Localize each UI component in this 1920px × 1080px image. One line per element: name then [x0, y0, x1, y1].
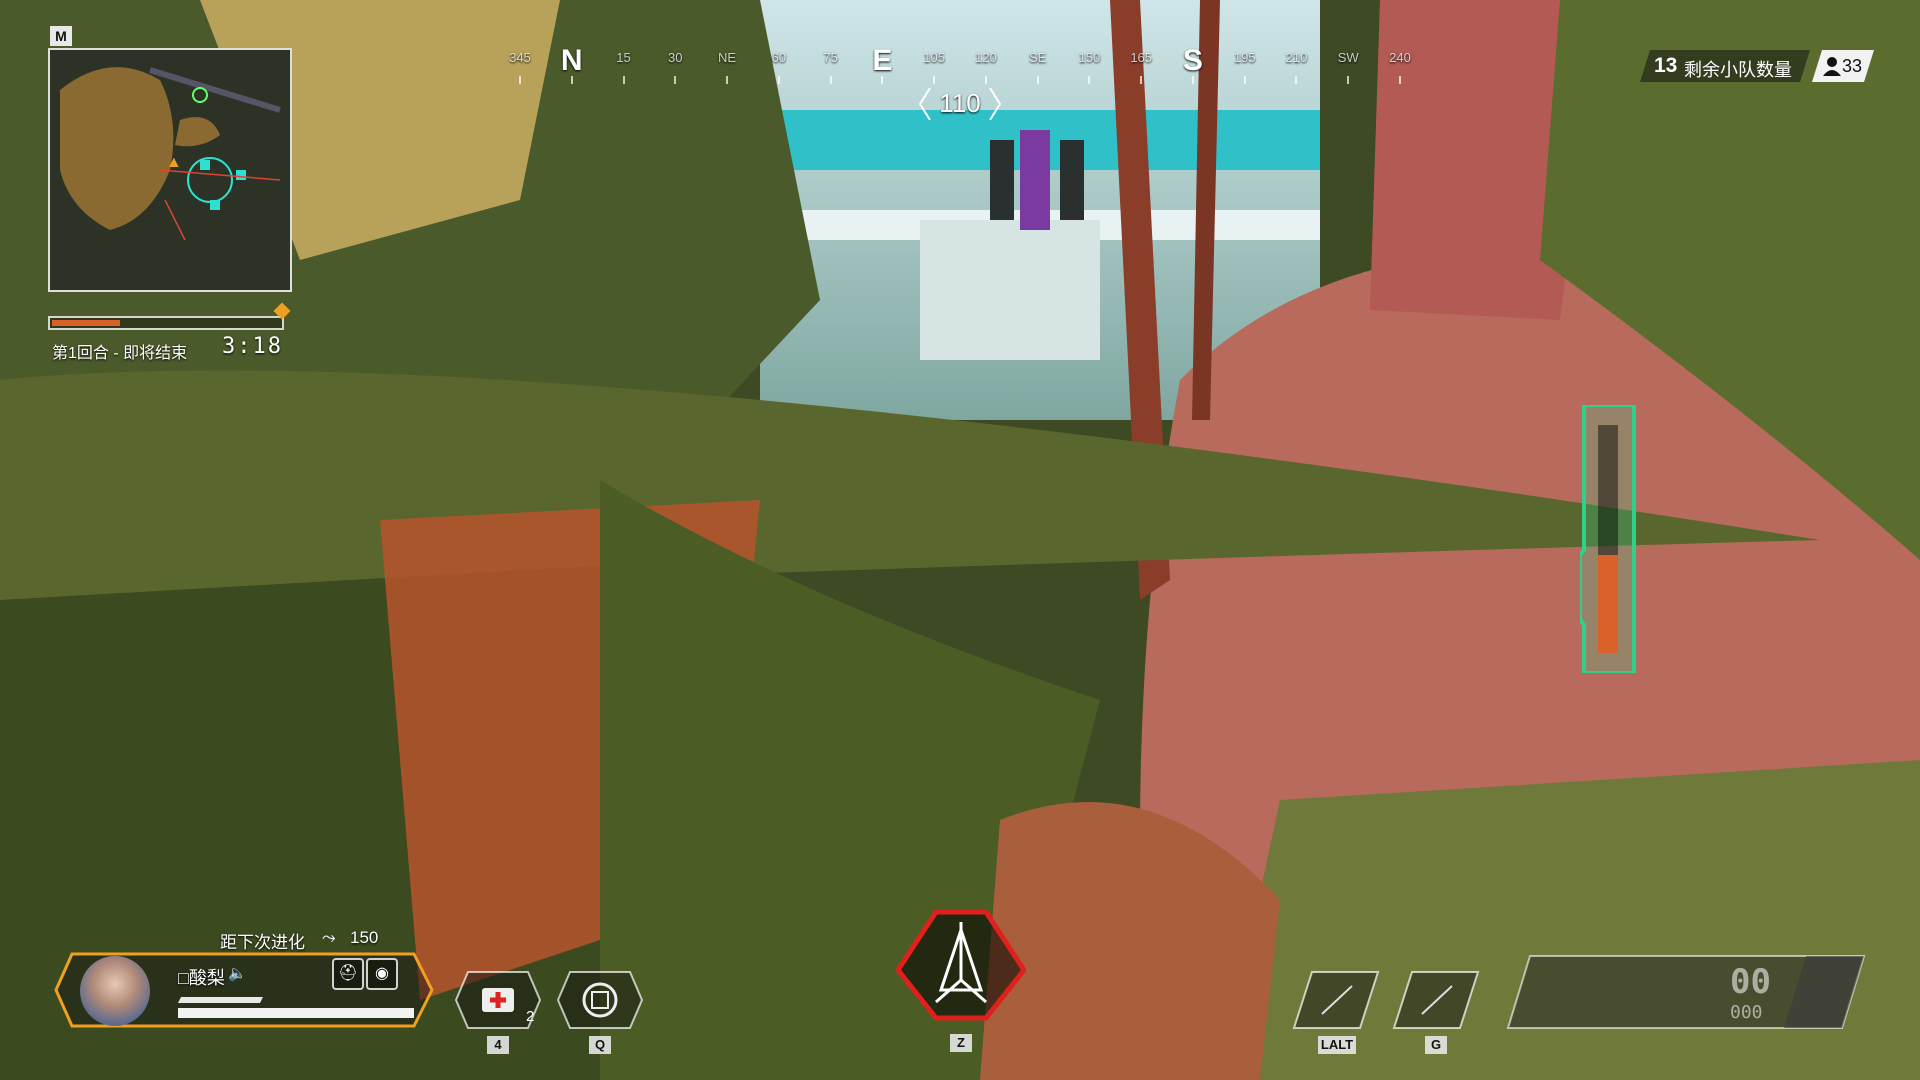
- compass-tick: 15: [616, 50, 631, 65]
- compass-tick: NE: [718, 50, 737, 65]
- ammo-reserve: 000: [1730, 1002, 1763, 1023]
- armor-icon: ◉: [366, 958, 398, 990]
- tactical-key: Q: [589, 1036, 611, 1054]
- grenade-key: G: [1425, 1036, 1447, 1054]
- compass-tick-line: [1036, 76, 1039, 84]
- compass-tick: 240: [1389, 50, 1411, 65]
- compass-tick-line: [519, 76, 521, 84]
- helmet-icon: ⛑: [332, 958, 364, 990]
- compass-tick: SE: [1028, 50, 1047, 65]
- round-status: 第1回合 - 即将结束: [52, 345, 188, 362]
- ammo-magazine: 00: [1730, 962, 1771, 1002]
- compass-tick-line: [1399, 76, 1401, 84]
- legend-portrait: [80, 956, 150, 1026]
- compass-tick-line: [881, 76, 884, 84]
- compass-tick: S: [1182, 44, 1203, 77]
- compass-tick: 195: [1233, 50, 1256, 65]
- player-position-icon: ▲: [166, 154, 182, 171]
- compass-tick: 150: [1078, 50, 1101, 65]
- compass-tick: SW: [1337, 50, 1359, 65]
- lalt-slot[interactable]: LALT: [1292, 970, 1380, 1054]
- ultimate-key: Z: [950, 1034, 972, 1052]
- evo-arrows-icon: ⤳: [322, 928, 336, 947]
- compass-tick-line: [674, 76, 677, 84]
- compass-tick-line: [933, 76, 936, 84]
- compass-tick-line: [1088, 76, 1091, 84]
- compass-tick-line: [829, 76, 832, 84]
- squads-label: 剩余小队数量: [1684, 60, 1792, 80]
- tactical-slot[interactable]: Q: [556, 970, 644, 1054]
- person-icon: [1822, 56, 1842, 76]
- compass-tick-line: [777, 76, 780, 84]
- compass: 345 N 15 30 NE 60 75 E 105 120 SE 150 165 S 195 210 SW 24…: [509, 44, 1411, 90]
- compass-tick: 60: [771, 50, 787, 65]
- evo-label: 距下次进化: [220, 933, 305, 952]
- shield-bar: [178, 997, 263, 1003]
- heading-value: 110: [939, 88, 981, 118]
- empty-slot-icon: [1292, 971, 1380, 1029]
- compass-tick: 30: [668, 50, 683, 65]
- health-bar: [178, 1008, 414, 1018]
- minimap[interactable]: ▲: [48, 48, 292, 292]
- compass-tick: 210: [1285, 50, 1308, 65]
- ultimate-icon: [894, 909, 1028, 1021]
- compass-tick: 75: [823, 50, 838, 65]
- medkit-count: 2: [526, 1008, 535, 1025]
- heading-indicator: 110: [918, 88, 1002, 120]
- evo-value: 150: [350, 928, 379, 947]
- ultimate-slot[interactable]: Z: [894, 909, 1028, 1052]
- tactical-icon: [556, 971, 644, 1029]
- squads-count: 13: [1654, 54, 1678, 77]
- compass-tick-line: [1140, 76, 1143, 84]
- compass-tick-line: [1243, 76, 1246, 84]
- compass-tick: 120: [975, 50, 997, 65]
- players-box: 33: [1812, 50, 1874, 82]
- squads-box: 13 剩余小队数量: [1640, 50, 1810, 82]
- ring-timer: 3:18: [222, 334, 283, 359]
- minimap-key-hint: M: [50, 26, 72, 46]
- compass-tick-line: [984, 76, 987, 84]
- compass-tick-line: [622, 76, 625, 84]
- medkit-slot[interactable]: 2 4: [454, 970, 542, 1054]
- weapon-charge-meter: [1580, 405, 1636, 673]
- squads-remaining: 13 剩余小队数量 33: [1640, 50, 1872, 82]
- weapon-panel: [1506, 955, 1866, 1029]
- compass-tick: 165: [1130, 50, 1153, 65]
- ring-progress-bar: [48, 316, 284, 330]
- lalt-key: LALT: [1318, 1036, 1356, 1054]
- compass-tick-line: [726, 76, 729, 84]
- compass-tick-line: [1191, 76, 1194, 84]
- compass-tick: E: [872, 44, 893, 77]
- compass-tick-line: [570, 76, 573, 84]
- player-name: □酸梨: [178, 968, 225, 988]
- compass-tick: 105: [923, 50, 945, 65]
- ring-progress-fill: [52, 320, 120, 326]
- grenade-slot[interactable]: G: [1392, 970, 1480, 1054]
- players-count: 33: [1842, 56, 1863, 76]
- compass-tick: 345: [509, 50, 531, 65]
- speaker-icon[interactable]: 🔈: [228, 964, 247, 982]
- weapon-charge-fill: [1598, 555, 1618, 653]
- medkit-key: 4: [487, 1036, 509, 1054]
- compass-tick-line: [1347, 76, 1350, 84]
- empty-slot-icon: [1392, 971, 1480, 1029]
- compass-tick: N: [560, 44, 583, 77]
- compass-tick-line: [1295, 76, 1298, 84]
